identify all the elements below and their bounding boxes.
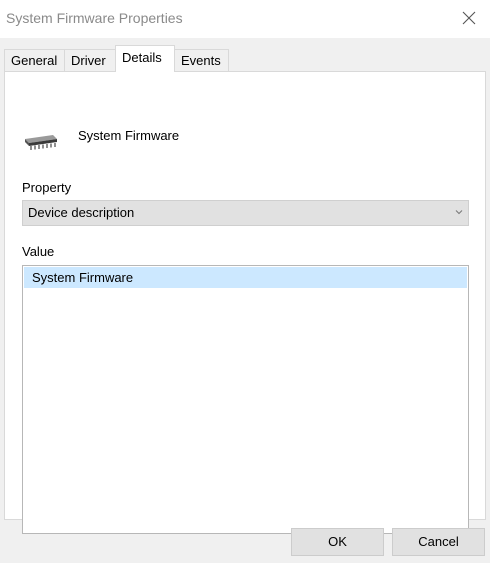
cancel-button[interactable]: Cancel	[392, 528, 485, 556]
close-button[interactable]	[454, 4, 484, 32]
value-label: Value	[22, 244, 55, 259]
ok-button-label: OK	[328, 534, 347, 549]
tab-events-label: Events	[181, 53, 221, 68]
close-icon	[462, 11, 476, 25]
property-dropdown-value: Device description	[28, 205, 135, 220]
tab-details-label: Details	[122, 50, 162, 65]
list-item[interactable]: System Firmware	[24, 267, 467, 288]
tab-strip: General Driver Details Events	[4, 45, 488, 72]
value-listbox[interactable]: System Firmware	[22, 265, 469, 534]
tab-general[interactable]: General	[4, 49, 65, 71]
ok-button[interactable]: OK	[291, 528, 384, 556]
title-bar: System Firmware Properties	[0, 0, 490, 38]
cancel-button-label: Cancel	[418, 534, 459, 549]
tab-details[interactable]: Details	[115, 45, 175, 72]
property-dropdown[interactable]: Device description	[22, 200, 469, 226]
tab-driver[interactable]: Driver	[64, 49, 116, 71]
property-label: Property	[22, 180, 72, 195]
chevron-down-icon	[455, 210, 463, 215]
chip-icon	[25, 135, 57, 150]
window-title: System Firmware Properties	[6, 10, 183, 26]
details-panel: System Firmware Property Device descript…	[4, 71, 486, 534]
dialog-body: General Driver Details Events System Fir…	[0, 38, 490, 563]
list-item-text: System Firmware	[32, 270, 134, 285]
tab-driver-label: Driver	[71, 53, 106, 68]
tab-events[interactable]: Events	[174, 49, 229, 71]
tab-general-label: General	[11, 53, 58, 68]
device-name: System Firmware	[78, 128, 180, 143]
